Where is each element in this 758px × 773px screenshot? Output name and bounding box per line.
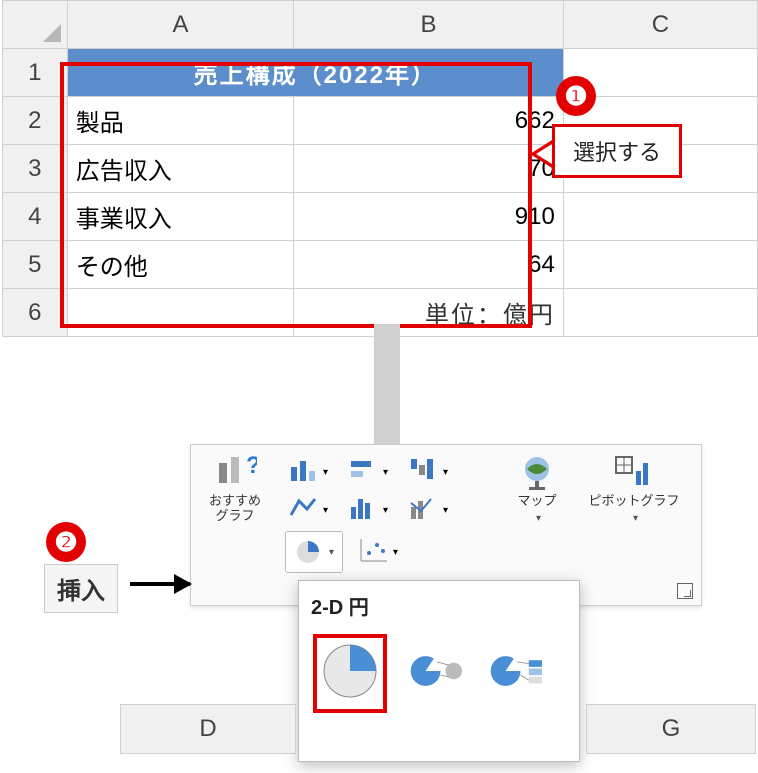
bar-chart-button[interactable]: ▾: [347, 455, 391, 485]
bar-of-pie-icon: [489, 642, 547, 700]
step-badge-2: ❷: [46, 522, 86, 562]
cell-A2[interactable]: 製品: [67, 97, 294, 145]
row-header-1[interactable]: 1: [3, 49, 68, 97]
insert-tab-label[interactable]: 挿入: [44, 564, 118, 613]
pointer-arrow-icon: [130, 582, 190, 586]
cell-C4[interactable]: [563, 193, 757, 241]
dialog-launcher-icon[interactable]: [677, 583, 693, 599]
chevron-down-icon: ▾: [633, 513, 638, 524]
recommended-charts-icon: ?: [213, 453, 257, 491]
cell-B4[interactable]: 910: [294, 193, 564, 241]
recommended-charts-label: おすすめ グラフ: [199, 493, 271, 523]
svg-text:▾: ▾: [443, 467, 448, 478]
cell-A4[interactable]: 事業収入: [67, 193, 294, 241]
pie-option-selected[interactable]: [313, 634, 387, 713]
svg-text:▾: ▾: [383, 505, 388, 516]
row-header-4[interactable]: 4: [3, 193, 68, 241]
svg-text:▾: ▾: [443, 505, 448, 516]
pivot-chart-button[interactable]: ピボットグラフ ▾: [579, 453, 689, 524]
bar-of-pie-option[interactable]: [489, 642, 547, 705]
line-chart-button[interactable]: ▾: [287, 493, 331, 523]
col-header-D[interactable]: D: [120, 704, 296, 754]
column-chart-button[interactable]: ▾: [287, 455, 331, 485]
svg-text:▾: ▾: [383, 467, 388, 478]
histogram-chart-button[interactable]: ▾: [347, 493, 391, 523]
row-header-6[interactable]: 6: [3, 289, 68, 337]
bottom-header-strip: D G: [0, 704, 758, 754]
svg-text:▾: ▾: [323, 467, 328, 478]
cell-A3[interactable]: 広告収入: [67, 145, 294, 193]
chevron-down-icon: ▾: [329, 547, 334, 558]
recommended-charts-button[interactable]: ? おすすめ グラフ: [199, 453, 271, 523]
callout-arrow-icon: [530, 140, 552, 168]
callout-select: 選択する: [552, 124, 682, 178]
row-header-5[interactable]: 5: [3, 241, 68, 289]
cell-A5[interactable]: その他: [67, 241, 294, 289]
cell-B3[interactable]: 70: [294, 145, 564, 193]
pie-chart-dropdown-button[interactable]: ▾: [285, 531, 343, 573]
row-header-2[interactable]: 2: [3, 97, 68, 145]
pivot-chart-icon: [612, 453, 656, 491]
cell-unit[interactable]: 単位：億円: [294, 289, 564, 337]
col-header-C[interactable]: C: [563, 1, 757, 49]
col-header-G[interactable]: G: [586, 704, 756, 754]
cell-A6[interactable]: [67, 289, 294, 337]
globe-icon: [515, 453, 559, 491]
svg-text:▾: ▾: [323, 505, 328, 516]
cell-title[interactable]: 売上構成（2022年）: [67, 49, 563, 97]
row-header-3[interactable]: 3: [3, 145, 68, 193]
cell-B2[interactable]: 662: [294, 97, 564, 145]
cell-C5[interactable]: [563, 241, 757, 289]
maps-label: マップ: [507, 493, 567, 508]
maps-button[interactable]: マップ ▾: [507, 453, 567, 524]
combo-chart-button[interactable]: ▾: [407, 493, 451, 523]
pivot-chart-label: ピボットグラフ: [579, 493, 689, 508]
scatter-chart-button[interactable]: ▾: [357, 535, 401, 565]
popup-section-title: 2-D 円: [299, 581, 579, 630]
pie-chart-icon: [294, 538, 322, 566]
pie-2d-icon: [321, 642, 379, 700]
cell-C6[interactable]: [563, 289, 757, 337]
waterfall-chart-button[interactable]: ▾: [407, 455, 451, 485]
col-header-B[interactable]: B: [294, 1, 564, 49]
svg-text:?: ?: [246, 453, 257, 479]
pie-of-pie-icon: [409, 642, 467, 700]
cell-B5[interactable]: 64: [294, 241, 564, 289]
chevron-down-icon: ▾: [536, 513, 541, 524]
step-badge-1: ❶: [556, 76, 596, 116]
pie-of-pie-option[interactable]: [409, 642, 467, 705]
col-header-A[interactable]: A: [67, 1, 294, 49]
svg-text:▾: ▾: [393, 547, 398, 558]
select-all-corner[interactable]: [3, 1, 68, 49]
